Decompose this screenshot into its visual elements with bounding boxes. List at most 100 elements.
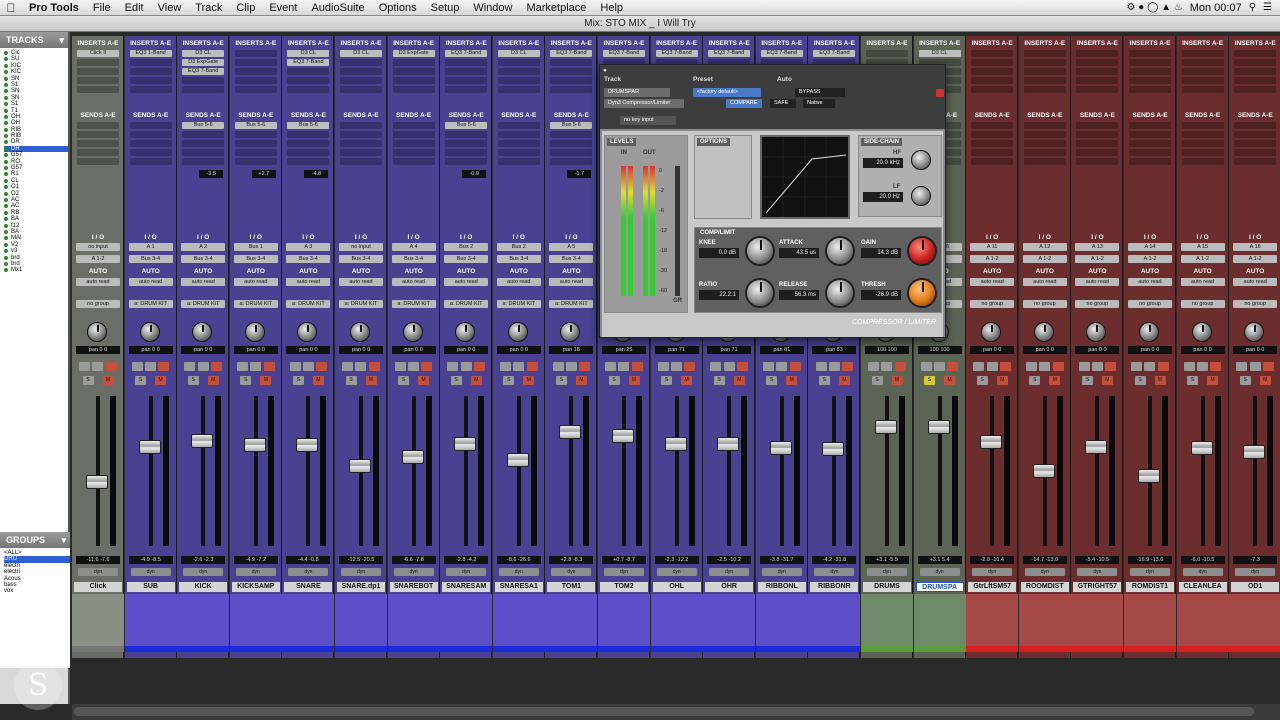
visibility-icon[interactable] bbox=[4, 127, 8, 132]
insert-slot[interactable] bbox=[234, 86, 277, 93]
record-button[interactable] bbox=[762, 362, 774, 371]
record-button[interactable] bbox=[815, 362, 827, 371]
volume-fader[interactable] bbox=[86, 474, 108, 489]
visibility-icon[interactable] bbox=[4, 191, 8, 196]
send-slot[interactable] bbox=[550, 149, 593, 156]
insert-slot[interactable] bbox=[1181, 86, 1224, 93]
volume-fader[interactable] bbox=[138, 439, 161, 454]
track-name[interactable]: RIBBONR bbox=[810, 582, 859, 592]
solo-button[interactable] bbox=[789, 362, 801, 371]
output-selector[interactable]: A 1-2 bbox=[1128, 255, 1172, 263]
insert-slot[interactable] bbox=[182, 86, 225, 93]
insert-slot[interactable] bbox=[234, 50, 277, 57]
output-selector[interactable]: Bus 3-4 bbox=[233, 255, 278, 263]
solo-button[interactable] bbox=[421, 362, 433, 371]
solo-button[interactable]: S bbox=[135, 376, 147, 385]
insert-slot[interactable]: D3 CL bbox=[287, 50, 330, 57]
insert-slot[interactable] bbox=[550, 86, 593, 93]
solo-button[interactable]: S bbox=[450, 376, 462, 385]
insert-slot[interactable] bbox=[77, 77, 119, 84]
insert-slot[interactable] bbox=[129, 77, 172, 84]
input-button[interactable] bbox=[618, 362, 630, 371]
dyn-button[interactable]: dyn bbox=[551, 568, 592, 576]
dyn-button[interactable]: dyn bbox=[78, 568, 118, 576]
mute-button[interactable]: M bbox=[1101, 376, 1113, 385]
send-slot[interactable] bbox=[1129, 131, 1171, 138]
dyn-button[interactable]: dyn bbox=[183, 568, 224, 576]
insert-slot[interactable] bbox=[1129, 86, 1171, 93]
insert-slot[interactable] bbox=[971, 59, 1014, 66]
mute-button[interactable]: M bbox=[996, 376, 1008, 385]
insert-slot[interactable]: D3 ExpGate bbox=[182, 59, 225, 66]
send-slot[interactable] bbox=[1129, 158, 1171, 165]
send-slot[interactable] bbox=[77, 158, 119, 165]
insert-slot[interactable] bbox=[392, 68, 435, 75]
volume-fader[interactable] bbox=[1085, 439, 1108, 454]
dyn-button[interactable]: dyn bbox=[130, 568, 171, 576]
group-selector[interactable]: no group bbox=[1022, 300, 1067, 308]
send-slot[interactable] bbox=[1234, 131, 1277, 138]
insert-slot[interactable] bbox=[340, 59, 382, 66]
input-button[interactable] bbox=[1249, 362, 1261, 371]
automation-mode[interactable]: auto read bbox=[1180, 278, 1225, 286]
solo-button[interactable] bbox=[1000, 362, 1011, 371]
volume-fader[interactable] bbox=[349, 458, 371, 473]
insert-slot[interactable] bbox=[550, 68, 593, 75]
input-button[interactable] bbox=[92, 362, 104, 371]
send-slot[interactable] bbox=[1234, 140, 1277, 147]
record-button[interactable] bbox=[447, 362, 459, 371]
send-slot[interactable] bbox=[1234, 158, 1277, 165]
pan-knob[interactable] bbox=[981, 322, 1002, 342]
visibility-icon[interactable] bbox=[4, 268, 8, 273]
input-button[interactable] bbox=[828, 362, 840, 371]
track-list-item[interactable]: Mx1 bbox=[4, 267, 68, 273]
volume-fader[interactable] bbox=[296, 438, 319, 453]
solo-button[interactable]: S bbox=[924, 376, 936, 385]
insert-slot[interactable]: D3 CL bbox=[340, 50, 382, 57]
input-selector[interactable]: Bus 2 bbox=[496, 243, 541, 251]
insert-slot[interactable] bbox=[1129, 77, 1171, 84]
send-slot[interactable] bbox=[287, 149, 330, 156]
send-slot[interactable] bbox=[234, 158, 277, 165]
insert-slot[interactable] bbox=[550, 59, 593, 66]
mute-button[interactable]: M bbox=[681, 376, 693, 385]
track-name[interactable]: GtrLftSM57 bbox=[968, 582, 1017, 592]
mute-button[interactable]: M bbox=[1049, 376, 1061, 385]
automation-mode[interactable]: auto read bbox=[549, 278, 594, 286]
input-selector[interactable]: A 5 bbox=[549, 243, 594, 251]
send-slot[interactable] bbox=[971, 149, 1014, 156]
menu-event[interactable]: Event bbox=[262, 2, 304, 14]
track-name[interactable]: SUB bbox=[126, 582, 175, 592]
visibility-icon[interactable] bbox=[4, 51, 8, 55]
send-slot[interactable] bbox=[1181, 158, 1224, 165]
automation-mode[interactable]: auto read bbox=[233, 278, 278, 286]
insert-slot[interactable]: EQ3 7-Band bbox=[708, 50, 751, 57]
dyn-button[interactable]: dyn bbox=[498, 568, 539, 576]
solo-button[interactable] bbox=[368, 362, 380, 371]
insert-slot[interactable] bbox=[445, 86, 488, 93]
insert-slot[interactable]: Click II bbox=[77, 50, 119, 57]
automation-mode[interactable]: auto read bbox=[128, 278, 173, 286]
send-slot[interactable] bbox=[340, 140, 382, 147]
record-button[interactable] bbox=[1025, 362, 1037, 371]
automation-mode[interactable]: auto read bbox=[444, 278, 489, 286]
record-button[interactable] bbox=[394, 362, 406, 371]
dyn-button[interactable]: dyn bbox=[235, 568, 276, 576]
compare-button[interactable]: COMPARE bbox=[726, 99, 762, 108]
input-button[interactable] bbox=[1144, 362, 1156, 371]
search-icon[interactable]: ⚲ bbox=[1249, 2, 1256, 13]
input-selector[interactable]: no input bbox=[76, 243, 120, 251]
insert-slot[interactable]: EQ3 7-Band bbox=[445, 50, 488, 57]
group-selector[interactable]: no group bbox=[1233, 300, 1278, 308]
solo-button[interactable] bbox=[947, 362, 959, 371]
insert-slot[interactable] bbox=[1023, 59, 1066, 66]
pan-knob[interactable] bbox=[402, 322, 423, 342]
send-slot[interactable] bbox=[287, 140, 330, 147]
insert-slot[interactable]: D3 CL bbox=[918, 50, 961, 57]
visibility-icon[interactable] bbox=[4, 121, 8, 126]
preset-menu[interactable]: <factory default> bbox=[693, 88, 761, 97]
output-selector[interactable]: Bus 3-4 bbox=[496, 255, 541, 263]
group-selector[interactable]: a: DRUM KIT bbox=[339, 300, 383, 308]
solo-button[interactable]: S bbox=[976, 376, 988, 385]
solo-button[interactable]: S bbox=[1187, 376, 1199, 385]
